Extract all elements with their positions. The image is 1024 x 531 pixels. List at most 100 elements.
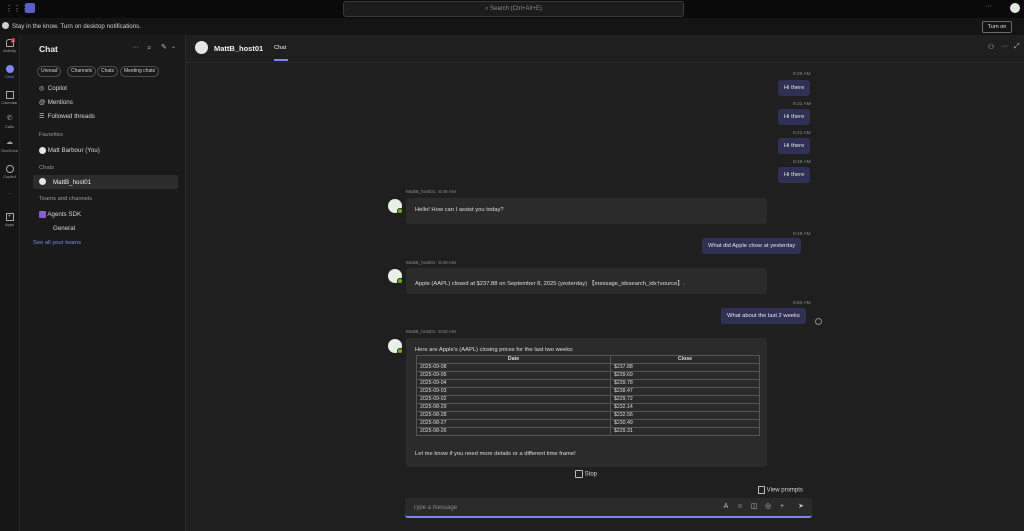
search-icon[interactable]: ⌕ <box>147 43 151 53</box>
filter-unread[interactable]: Unread <box>37 66 62 77</box>
table-cell-date: 2025-08-28 <box>416 411 611 420</box>
more-apps-icon[interactable]: ··· <box>0 191 19 196</box>
message-meta: MattB_host01 8:49 AM <box>406 261 456 266</box>
teams-logo-icon <box>25 3 35 13</box>
chevron-down-icon[interactable]: ⌄ <box>171 43 176 50</box>
table-cell-date: 2025-08-27 <box>416 419 611 428</box>
message-bubble-bot[interactable]: Apple (AAPL) closed at $237.88 on Septem… <box>406 268 767 294</box>
table-row: 2025-08-26 $229.31 <box>416 427 761 436</box>
table-row: 2025-09-02 $229.72 <box>416 395 761 404</box>
rail-activity[interactable]: Activity 1 <box>0 38 19 53</box>
notification-bar: Stay in the know. Turn on desktop notifi… <box>0 18 1024 36</box>
more-options-icon[interactable]: ··· <box>1001 43 1008 50</box>
title-bar: ⋮⋮⋮ ⌕ Search (Ctrl+Alt+E) ··· <box>0 0 1024 18</box>
nav-followed-threads[interactable]: ☰ Followed threads <box>39 113 95 120</box>
avatar[interactable] <box>1010 3 1020 13</box>
table-cell-date: 2025-09-04 <box>416 379 611 388</box>
message-time: 8:50 AM <box>793 301 811 306</box>
message-time: 8:49 AM <box>793 232 811 237</box>
table-cell-close: $230.49 <box>609 419 761 428</box>
rail-onedrive[interactable]: ☁ OneDrive <box>0 139 19 153</box>
table-cell-date: 2025-09-02 <box>416 395 611 404</box>
message-bubble-self[interactable]: What about the last 2 weeks <box>721 308 806 324</box>
table-cell-close: $237.88 <box>609 363 761 372</box>
view-prompts-button[interactable]: View prompts <box>758 486 803 494</box>
table-cell-close: $239.69 <box>609 371 761 380</box>
table-cell-date: 2025-08-29 <box>416 403 611 412</box>
expand-icon[interactable]: ⤢ <box>1014 43 1020 51</box>
nav-copilot[interactable]: ◎ Copilot <box>39 85 67 92</box>
rail-calls[interactable]: ✆ Calls <box>0 115 19 129</box>
table-header-row: Date Close <box>416 355 761 364</box>
table-header-close: Close <box>609 355 761 364</box>
see-all-teams-link[interactable]: See all your teams <box>33 240 81 246</box>
table-row: 2025-08-27 $230.49 <box>416 419 761 428</box>
teams-heading: Teams and channels <box>39 196 93 202</box>
info-icon <box>2 22 9 29</box>
rail-copilot[interactable]: Copilot <box>0 165 19 179</box>
search-input[interactable]: ⌕ Search (Ctrl+Alt+E) <box>343 1 684 17</box>
message-bubble-self[interactable]: Hi there <box>778 138 811 154</box>
message-bubble-bot[interactable]: Hello! How can I assist you today? <box>406 198 767 224</box>
prompts-icon <box>758 486 765 494</box>
cloud-icon: ☁ <box>6 139 13 146</box>
avatar <box>195 41 208 54</box>
threads-icon: ☰ <box>39 113 45 120</box>
loop-icon[interactable]: ◎ <box>764 503 772 511</box>
more-options-icon[interactable]: ··· <box>132 44 139 51</box>
channel-item[interactable]: General <box>53 225 75 232</box>
table-row: 2025-08-29 $232.14 <box>416 403 761 412</box>
taskbar-fragment <box>0 525 160 531</box>
participants-icon[interactable]: ⚇ <box>988 43 994 51</box>
filter-chats[interactable]: Chats <box>97 66 119 77</box>
filter-channels[interactable]: Channels <box>67 66 97 77</box>
table-cell-date: 2025-08-26 <box>416 427 611 436</box>
table-header-date: Date <box>416 355 611 364</box>
turn-on-button[interactable]: Turn on <box>982 21 1012 33</box>
at-icon: @ <box>39 99 46 106</box>
emoji-icon[interactable]: ☺ <box>736 503 744 511</box>
message-bubble-self[interactable]: Hi there <box>778 167 811 183</box>
apps-icon: + <box>5 213 14 221</box>
chat-item-selected[interactable]: MattB_host01 <box>33 175 178 189</box>
team-item[interactable]: Agents SDK <box>39 211 81 218</box>
message-input[interactable] <box>411 501 675 515</box>
chat-list-pane: Chat ··· ⌕ ✎ ⌄ Unread Channels Chats Mee… <box>20 35 186 531</box>
table-row: 2025-08-28 $232.56 <box>416 411 761 420</box>
copilot-icon: ◎ <box>39 85 45 92</box>
message-time: 8:41 AM <box>793 131 811 136</box>
copilot-icon <box>5 165 14 173</box>
message-bubble-self[interactable]: Hi there <box>778 80 811 96</box>
rail-calendar[interactable]: Calendar <box>0 91 19 105</box>
table-cell-date: 2025-09-03 <box>416 387 611 396</box>
favorite-item[interactable]: Matt Barbour (You) <box>39 147 100 154</box>
gif-icon[interactable]: ◫ <box>750 503 758 511</box>
table-row: 2025-09-05 $239.69 <box>416 371 761 380</box>
chats-heading: Chats <box>39 165 55 171</box>
add-icon[interactable]: + <box>778 503 786 511</box>
tab-chat[interactable]: Chat <box>274 45 286 51</box>
seen-icon <box>815 318 822 325</box>
send-icon[interactable]: ➤ <box>797 503 805 511</box>
avatar <box>388 269 403 284</box>
rail-apps[interactable]: + Apps <box>0 213 19 227</box>
message-bubble-self[interactable]: Hi there <box>778 109 811 125</box>
table-cell-close: $239.78 <box>609 379 761 388</box>
message-bubble-bot[interactable]: Here are Apple's (AAPL) closing prices f… <box>406 338 767 467</box>
message-time: 8:25 AM <box>793 72 811 77</box>
filter-meeting-chats[interactable]: Meeting chats <box>120 66 160 77</box>
activity-badge: 1 <box>11 38 16 43</box>
new-chat-icon[interactable]: ✎ <box>161 43 167 51</box>
stop-button[interactable]: Stop <box>575 470 597 478</box>
table-cell-close: $232.56 <box>609 411 761 420</box>
table-row: 2025-09-08 $237.88 <box>416 363 761 372</box>
nav-mentions[interactable]: @ Mentions <box>39 99 73 106</box>
table-cell-close: $229.72 <box>609 395 761 404</box>
calendar-icon <box>5 91 14 99</box>
table-cell-date: 2025-09-05 <box>416 371 611 380</box>
format-icon[interactable]: A <box>722 503 730 511</box>
rail-chat[interactable]: Chat <box>0 65 19 79</box>
notification-text: Stay in the know. Turn on desktop notifi… <box>12 23 141 30</box>
more-options-icon[interactable]: ··· <box>985 3 992 10</box>
message-bubble-self[interactable]: What did Apple close at yesterday <box>702 238 802 254</box>
